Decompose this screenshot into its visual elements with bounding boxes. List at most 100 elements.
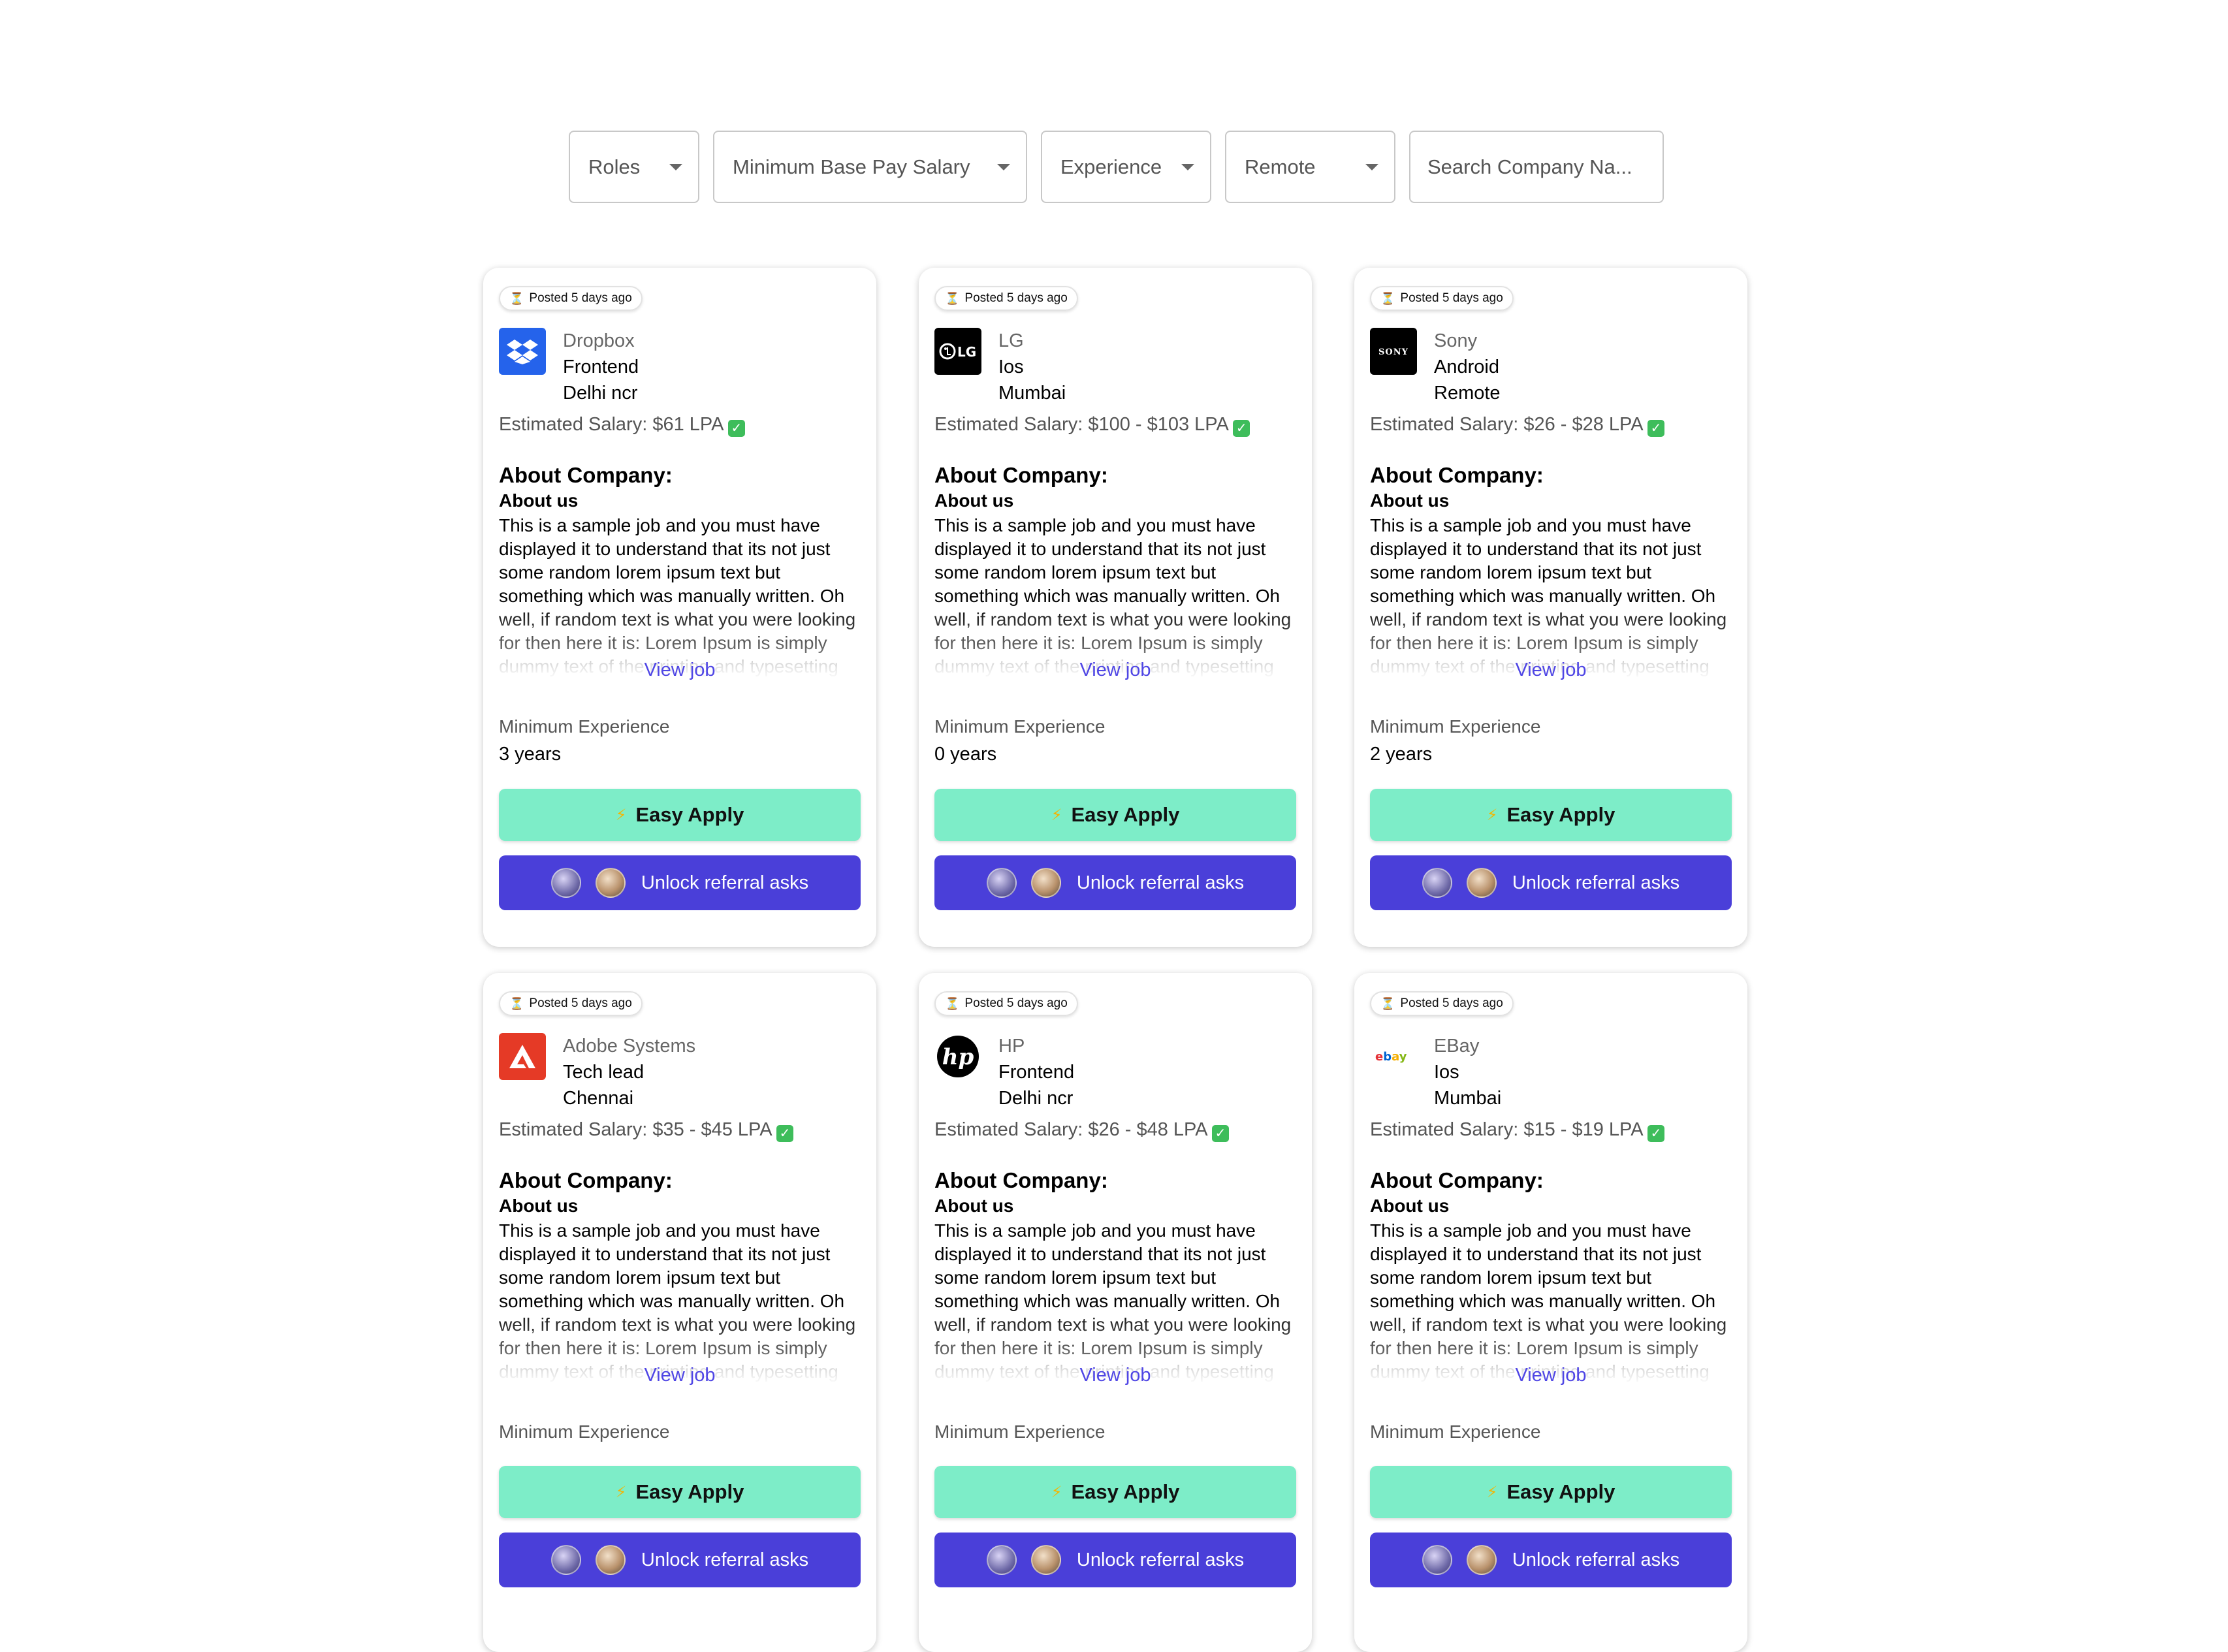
easy-apply-label: Easy Apply — [1071, 1480, 1180, 1503]
posted-text: Posted 5 days ago — [964, 996, 1068, 1010]
unlock-referral-label: Unlock referral asks — [1076, 872, 1245, 893]
filter-bar: Roles Minimum Base Pay Salary Experience… — [569, 131, 1664, 203]
about-text: This is a sample job and you must have d… — [934, 515, 1292, 681]
company-name: HP — [998, 1036, 1025, 1056]
experience-filter[interactable]: Experience — [1041, 131, 1211, 203]
about-section: This is a sample job and you must have d… — [499, 511, 861, 681]
check-icon: ✓ — [1647, 1125, 1665, 1142]
dropbox-logo — [499, 328, 546, 375]
roles-filter[interactable]: Roles — [569, 131, 699, 203]
posted-badge: ⏳ Posted 5 days ago — [499, 991, 643, 1016]
company-header: LG LG Ios Mumbai — [934, 328, 1296, 406]
job-location: Mumbai — [998, 383, 1066, 404]
about-company-heading: About Company: — [499, 463, 673, 487]
unlock-referral-label: Unlock referral asks — [1512, 1549, 1680, 1570]
view-job-link[interactable]: View job — [499, 1364, 861, 1386]
view-job-link[interactable]: View job — [934, 659, 1296, 681]
min-experience-value: 3 years — [499, 744, 562, 765]
easy-apply-button[interactable]: ⚡ Easy Apply — [934, 789, 1296, 841]
salary-text: Estimated Salary: $35 - $45 LPA — [499, 1119, 771, 1140]
estimated-salary: Estimated Salary: $26 - $28 LPA ✓ — [1370, 414, 1732, 437]
unlock-referral-button[interactable]: Unlock referral asks — [1370, 1533, 1732, 1587]
company-header: ebay EBay Ios Mumbai — [1370, 1033, 1732, 1111]
company-name: Adobe Systems — [563, 1036, 696, 1056]
easy-apply-button[interactable]: ⚡ Easy Apply — [1370, 789, 1732, 841]
avatar — [550, 868, 581, 898]
easy-apply-button[interactable]: ⚡ Easy Apply — [499, 1466, 861, 1518]
about-text: This is a sample job and you must have d… — [499, 1220, 856, 1386]
company-search-input[interactable]: Search Company Na... — [1409, 131, 1664, 203]
avatar — [1030, 868, 1061, 898]
unlock-referral-button[interactable]: Unlock referral asks — [1370, 855, 1732, 910]
hourglass-icon: ⏳ — [509, 291, 524, 305]
adobe-logo — [499, 1033, 546, 1080]
unlock-referral-button[interactable]: Unlock referral asks — [934, 855, 1296, 910]
easy-apply-button[interactable]: ⚡ Easy Apply — [499, 789, 861, 841]
estimated-salary: Estimated Salary: $35 - $45 LPA ✓ — [499, 1119, 861, 1142]
hourglass-icon: ⏳ — [1380, 291, 1395, 305]
svg-text:ebay: ebay — [1375, 1050, 1407, 1064]
remote-filter[interactable]: Remote — [1225, 131, 1395, 203]
company-header: hp HP Frontend Delhi ncr — [934, 1033, 1296, 1111]
chevron-down-icon — [669, 163, 682, 170]
estimated-salary: Estimated Salary: $100 - $103 LPA ✓ — [934, 414, 1296, 437]
min-pay-filter[interactable]: Minimum Base Pay Salary — [713, 131, 1027, 203]
avatar — [595, 1545, 626, 1575]
salary-text: Estimated Salary: $61 LPA — [499, 414, 723, 435]
min-pay-filter-label: Minimum Base Pay Salary — [733, 155, 970, 178]
svg-text:LG: LG — [957, 344, 976, 360]
view-job-link[interactable]: View job — [1370, 659, 1732, 681]
unlock-referral-button[interactable]: Unlock referral asks — [499, 855, 861, 910]
about-company-heading: About Company: — [499, 1168, 673, 1192]
lightning-icon: ⚡ — [615, 1483, 627, 1501]
view-job-link[interactable]: View job — [934, 1364, 1296, 1386]
chevron-down-icon — [1365, 163, 1378, 170]
about-us-subheading: About us — [499, 1196, 579, 1216]
avatar — [1422, 1545, 1452, 1575]
min-experience-value: 0 years — [934, 744, 997, 765]
sony-logo: SONY — [1370, 328, 1417, 375]
posted-text: Posted 5 days ago — [529, 996, 632, 1010]
min-experience-label: Minimum Experience — [934, 716, 1106, 737]
experience-filter-label: Experience — [1060, 155, 1162, 178]
unlock-referral-label: Unlock referral asks — [1076, 1549, 1245, 1570]
job-card: ⏳ Posted 5 days ago hp HP Frontend Delhi… — [919, 973, 1312, 1652]
easy-apply-label: Easy Apply — [635, 1480, 744, 1503]
min-experience-label: Minimum Experience — [499, 716, 670, 737]
hourglass-icon: ⏳ — [945, 291, 960, 305]
about-us-subheading: About us — [1370, 1196, 1450, 1216]
unlock-referral-button[interactable]: Unlock referral asks — [499, 1533, 861, 1587]
lightning-icon: ⚡ — [1486, 806, 1498, 824]
svg-text:hp: hp — [942, 1044, 974, 1070]
view-job-link[interactable]: View job — [1370, 1364, 1732, 1386]
check-icon: ✓ — [727, 420, 745, 437]
posted-text: Posted 5 days ago — [529, 291, 632, 305]
job-role: Ios — [1434, 1062, 1459, 1083]
about-section: This is a sample job and you must have d… — [1370, 511, 1732, 681]
roles-filter-label: Roles — [588, 155, 641, 178]
about-text: This is a sample job and you must have d… — [1370, 1220, 1727, 1386]
avatar — [1466, 1545, 1497, 1575]
posted-badge: ⏳ Posted 5 days ago — [499, 286, 643, 311]
ebay-logo: ebay — [1370, 1033, 1417, 1080]
easy-apply-label: Easy Apply — [1506, 803, 1615, 826]
job-card: ⏳ Posted 5 days ago Dropbox Frontend Del… — [483, 268, 876, 947]
about-company-heading: About Company: — [1370, 1168, 1544, 1192]
estimated-salary: Estimated Salary: $61 LPA ✓ — [499, 414, 861, 437]
job-role: Ios — [998, 357, 1024, 377]
chevron-down-icon — [997, 163, 1010, 170]
hp-logo: hp — [934, 1033, 981, 1080]
view-job-link[interactable]: View job — [499, 659, 861, 681]
avatar — [595, 868, 626, 898]
avatar — [1030, 1545, 1061, 1575]
unlock-referral-button[interactable]: Unlock referral asks — [934, 1533, 1296, 1587]
min-experience-label: Minimum Experience — [1370, 716, 1541, 737]
easy-apply-button[interactable]: ⚡ Easy Apply — [934, 1466, 1296, 1518]
posted-badge: ⏳ Posted 5 days ago — [1370, 991, 1514, 1016]
unlock-referral-label: Unlock referral asks — [641, 872, 809, 893]
company-name: Dropbox — [563, 330, 635, 351]
easy-apply-button[interactable]: ⚡ Easy Apply — [1370, 1466, 1732, 1518]
check-icon: ✓ — [1233, 420, 1250, 437]
lightning-icon: ⚡ — [1486, 1483, 1498, 1501]
about-section: This is a sample job and you must have d… — [499, 1216, 861, 1386]
